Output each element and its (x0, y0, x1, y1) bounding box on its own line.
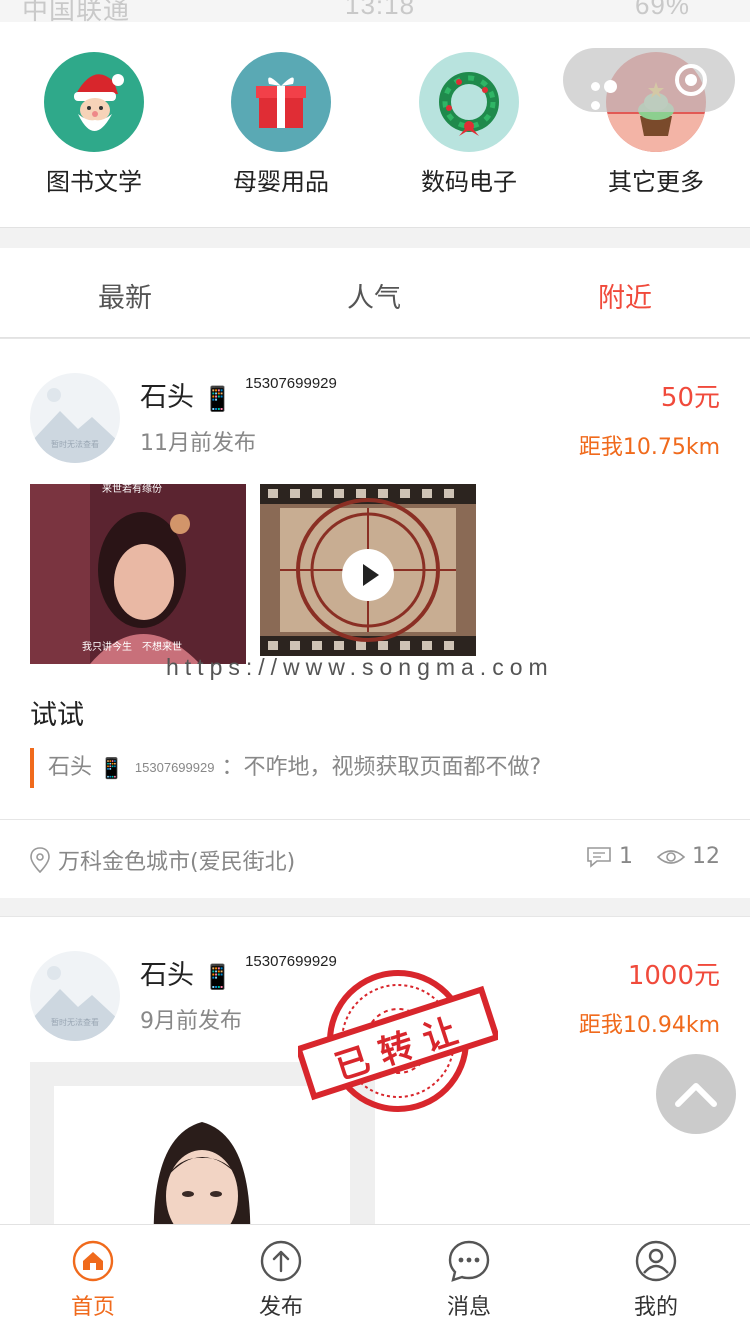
post-price: 50元 (660, 383, 720, 413)
post-title: 试试 (30, 700, 84, 731)
sold-stamp: 已转让 (294, 966, 501, 1116)
comment-user-phone: 15307699929 (134, 760, 215, 775)
category-label: 其它更多 (608, 168, 704, 196)
comment-preview[interactable]: 石头 📱 15307699929 ：不咋地，视频获取页面都不做? (30, 748, 541, 788)
avatar-caption: 暂时无法查看 (51, 1018, 99, 1027)
battery-label: 69% (634, 0, 690, 20)
post-location[interactable]: 万科金色城市(爱民街北) (30, 844, 295, 879)
location-pin-icon (30, 847, 50, 879)
post-distance: 距我10.75km (578, 435, 720, 460)
message-icon (448, 1240, 490, 1282)
avatar[interactable]: 暂时无法查看 (30, 951, 120, 1041)
miniprogram-capsule (563, 48, 735, 112)
image-caption-bottom: 我只讲今生 不想来世 (82, 642, 182, 653)
comment-user: 石头 (48, 755, 93, 780)
user-name-text: 石头 (140, 960, 194, 991)
post-image[interactable]: 来世若有缘份 我只讲今生 不想来世 (30, 484, 246, 664)
phone-icon: 📱 (202, 962, 233, 991)
status-bar: 中国联通 13:18 69% (0, 0, 750, 22)
category-baby[interactable]: 母婴用品 (211, 52, 351, 197)
tabbar-label: 我的 (633, 1295, 678, 1320)
category-books[interactable]: 图书文学 (24, 52, 164, 197)
view-count: 12 (692, 844, 720, 869)
user-phone: 15307699929 (245, 375, 337, 392)
tab-nearby[interactable]: 附近 (598, 276, 652, 315)
post-distance: 距我10.94km (578, 1013, 720, 1038)
phone-icon: 📱 (202, 384, 233, 413)
tab-latest[interactable]: 最新 (98, 276, 152, 315)
tabbar-label: 首页 (70, 1295, 115, 1320)
tabbar-profile[interactable]: 我的 (596, 1239, 716, 1321)
avatar-caption: 暂时无法查看 (51, 440, 99, 449)
comment-icon (585, 844, 619, 869)
image-caption-top: 来世若有缘份 (102, 484, 162, 495)
site-watermark: https://www.songma.com (166, 654, 554, 680)
tabbar-messages[interactable]: 消息 (409, 1239, 529, 1321)
post-time: 9月前发布 (140, 1009, 242, 1034)
location-text: 万科金色城市(爱民街北) (58, 850, 296, 875)
views-icon (656, 844, 692, 869)
status-time: 13:18 (345, 0, 416, 20)
tabbar-publish[interactable]: 发布 (221, 1239, 341, 1321)
user-icon (635, 1240, 677, 1282)
user-name[interactable]: 石头 📱 15307699929 (140, 375, 337, 414)
chevron-up-icon (675, 1083, 717, 1107)
user-name-text: 石头 (140, 382, 194, 413)
wreath-icon (419, 52, 519, 152)
more-menu-icon[interactable] (591, 76, 631, 110)
category-label: 数码电子 (421, 168, 517, 196)
tabbar-label: 消息 (446, 1295, 491, 1320)
category-label: 母婴用品 (233, 168, 329, 196)
close-miniprogram-icon[interactable] (675, 64, 707, 96)
tabbar-label: 发布 (258, 1295, 303, 1320)
avatar[interactable]: 暂时无法查看 (30, 373, 120, 463)
category-digital[interactable]: 数码电子 (399, 52, 539, 197)
post-card[interactable]: 暂时无法查看 石头 📱 15307699929 11月前发布 50元 距我10.… (0, 338, 750, 898)
back-to-top-button[interactable] (656, 1054, 736, 1134)
carrier-label: 中国联通 (22, 0, 131, 22)
post-price: 1000元 (627, 961, 720, 991)
tabbar-home[interactable]: 首页 (33, 1239, 153, 1321)
comment-text: ：不咋地，视频获取页面都不做? (221, 755, 542, 780)
post-footer: 万科金色城市(爱民街北) 1 12 (0, 819, 750, 899)
post-video[interactable] (260, 484, 476, 656)
play-icon[interactable] (342, 549, 394, 601)
tab-popular[interactable]: 人气 (347, 276, 401, 315)
santa-icon (44, 52, 144, 152)
feed-tabs: 最新 人气 附近 (0, 248, 750, 338)
post-time: 11月前发布 (140, 431, 256, 456)
phone-icon: 📱 (99, 756, 124, 780)
post-stats: 1 12 (585, 844, 720, 869)
category-label: 图书文学 (46, 168, 142, 196)
gift-icon (231, 52, 331, 152)
publish-icon (260, 1240, 302, 1282)
comment-count: 1 (619, 844, 633, 869)
home-icon (72, 1240, 114, 1282)
bottom-tab-bar: 首页 发布 消息 我的 (0, 1224, 750, 1334)
